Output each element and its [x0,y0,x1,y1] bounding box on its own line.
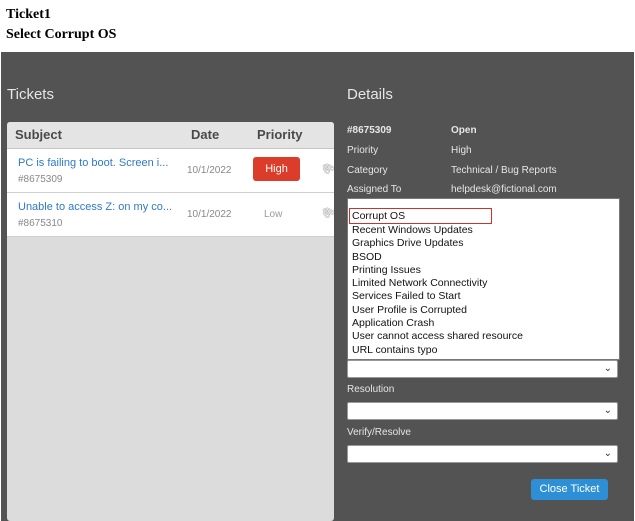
issue-listbox[interactable]: Corrupt OS Recent Windows Updates Graphi… [347,198,620,360]
chevron-down-icon: ⌄ [603,363,612,374]
tickets-title: Tickets [7,86,54,103]
ticket-subject-link[interactable]: PC is failing to boot. Screen i... [18,157,178,169]
ticket-row[interactable]: Unable to access Z: on my co... #8675310… [7,193,334,237]
close-ticket-button[interactable]: Close Ticket [531,479,608,500]
detail-priority-label: Priority [347,145,379,156]
priority-label: Low [264,209,283,220]
ticket-number: #8675309 [18,174,63,185]
issue-option[interactable]: User cannot access shared resource [348,330,619,343]
verify-resolve-select[interactable]: ⌄ [347,445,618,463]
issue-option[interactable]: Services Failed to Start [348,290,619,303]
ticket-number: #8675310 [18,218,63,229]
issue-option[interactable]: Graphics Drive Updates [348,237,619,250]
ticket-date: 10/1/2022 [187,165,232,176]
paperclip-icon[interactable]: 🖇 [318,159,334,178]
detail-ticket-number: #8675309 [347,125,392,136]
issue-select[interactable]: ⌄ [347,360,618,378]
issue-option[interactable]: Limited Network Connectivity [348,277,619,290]
tickets-table: Subject Date Priority PC is failing to b… [7,122,334,521]
issue-option[interactable]: User Profile is Corrupted [348,304,619,317]
issue-option[interactable]: BSOD [348,251,619,264]
detail-priority-value: High [451,145,472,156]
instruction-title: Ticket1 [6,7,51,22]
priority-badge: High [253,157,300,181]
instruction-text: Select Corrupt OS [6,27,117,42]
detail-status: Open [451,125,477,136]
issue-option[interactable]: URL contains typo [348,344,619,357]
column-priority[interactable]: Priority [257,127,303,142]
ticket-date: 10/1/2022 [187,209,232,220]
ticket-row[interactable]: PC is failing to boot. Screen i... #8675… [7,149,334,193]
detail-assigned-value: helpdesk@fictional.com [451,184,557,195]
resolution-label: Resolution [347,384,395,395]
column-subject[interactable]: Subject [15,127,62,142]
issue-option-corrupt-os[interactable]: Corrupt OS [349,208,492,224]
details-title: Details [347,86,393,103]
issue-option[interactable]: Printing Issues [348,264,619,277]
detail-category-value: Technical / Bug Reports [451,165,557,176]
tickets-table-header: Subject Date Priority [7,122,334,149]
detail-assigned-label: Assigned To [347,184,402,195]
chevron-down-icon: ⌄ [603,405,612,416]
resolution-select[interactable]: ⌄ [347,402,618,420]
issue-option[interactable]: Recent Windows Updates [348,224,619,237]
column-date[interactable]: Date [191,127,219,142]
ticket-subject-link[interactable]: Unable to access Z: on my co... [18,201,178,213]
issue-option[interactable]: Application Crash [348,317,619,330]
chevron-down-icon: ⌄ [603,448,612,459]
detail-category-label: Category [347,165,388,176]
helpdesk-app: Tickets Details Subject Date Priority PC… [1,52,634,521]
verify-resolve-label: Verify/Resolve [347,427,411,438]
paperclip-icon[interactable]: 🖇 [318,203,334,222]
